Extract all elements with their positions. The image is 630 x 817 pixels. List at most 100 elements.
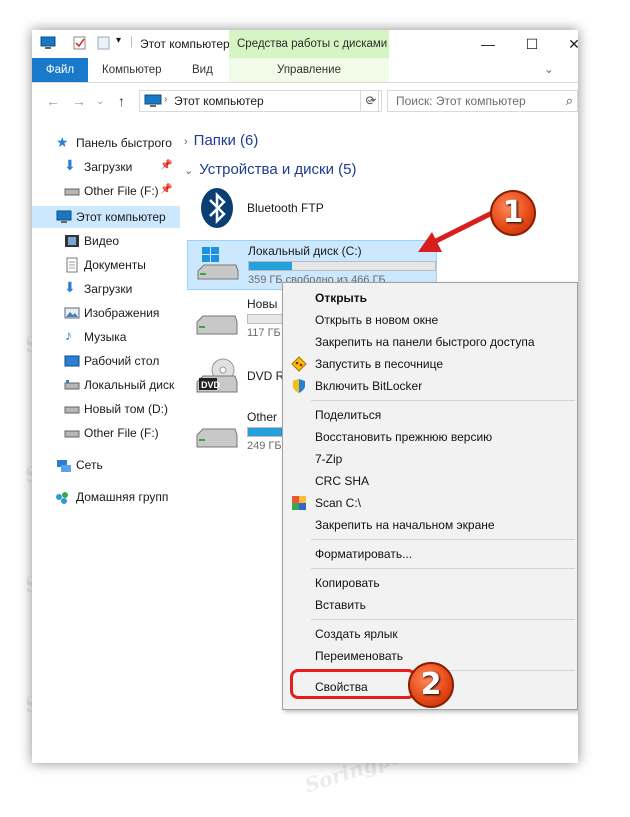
menu-item-7zip[interactable]: 7-Zip xyxy=(283,448,577,470)
tab-file[interactable]: Файл xyxy=(32,58,88,82)
sidebar-item-new-volume[interactable]: Новый том (D:) xyxy=(32,398,180,420)
menu-item-run-sandbox[interactable]: Запустить в песочнице xyxy=(283,353,577,375)
music-icon: ♪ xyxy=(65,327,72,343)
recent-chevron-icon[interactable]: ⌄ xyxy=(96,96,104,107)
drive-icon xyxy=(64,406,80,414)
title-bar: ▾ | Этот компьютер Средства работы с дис… xyxy=(32,30,578,58)
sidebar-item-video[interactable]: Видео xyxy=(32,230,180,252)
drive-icon xyxy=(64,430,80,438)
drive-size: 117 ГБ xyxy=(247,327,281,339)
sandbox-icon xyxy=(291,356,307,372)
sidebar-item-downloads[interactable]: ⬇ Загрузки xyxy=(32,278,180,300)
pin-icon: 📌 xyxy=(160,184,173,195)
menu-separator xyxy=(311,619,575,620)
sidebar-item-network[interactable]: Сеть xyxy=(32,454,180,476)
drive-icon xyxy=(196,428,238,448)
desktop-icon xyxy=(64,355,80,367)
menu-separator xyxy=(311,400,575,401)
address-bar[interactable]: › Этот компьютер ⌄ xyxy=(139,90,379,112)
menu-item-pin-quick-access[interactable]: Закрепить на панели быстрого доступа xyxy=(283,331,577,353)
avg-icon xyxy=(292,496,306,510)
menu-item-restore-version[interactable]: Восстановить прежнюю версию xyxy=(283,426,577,448)
tab-computer[interactable]: Компьютер xyxy=(102,58,162,82)
window-title: Этот компьютер xyxy=(140,37,230,51)
drive-icon xyxy=(64,380,80,390)
sidebar-item-local-disk[interactable]: Локальный диск xyxy=(32,374,180,396)
drive-name: DVD R xyxy=(247,369,285,383)
drive-size: 249 ГБ xyxy=(247,440,282,452)
menu-item-create-shortcut[interactable]: Создать ярлык xyxy=(283,623,577,645)
search-input[interactable]: Поиск: Этот компьютер ⌕ xyxy=(387,90,578,112)
drive-icon xyxy=(196,315,238,335)
drive-usage-bar xyxy=(248,261,436,271)
drive-name: Локальный диск (C:) xyxy=(248,244,362,258)
computer-icon xyxy=(144,94,162,107)
menu-item-scan[interactable]: Scan C:\ xyxy=(283,492,577,514)
menu-item-pin-start[interactable]: Закрепить на начальном экране xyxy=(283,514,577,536)
folders-section-header[interactable]: › Папки (6) xyxy=(184,132,258,149)
menu-item-open[interactable]: Открыть xyxy=(283,287,577,309)
sidebar-item-other-file[interactable]: Other File (F:) xyxy=(32,422,180,444)
menu-item-open-new-window[interactable]: Открыть в новом окне xyxy=(283,309,577,331)
star-icon: ★ xyxy=(56,134,69,150)
tab-manage[interactable]: Управление xyxy=(229,58,389,82)
sidebar-item-images[interactable]: Изображения xyxy=(32,302,180,324)
bluetooth-label: Bluetooth FTP xyxy=(247,201,324,215)
sidebar-item-desktop[interactable]: Рабочий стол xyxy=(32,350,180,372)
drive-usage-fill xyxy=(249,262,292,270)
sidebar-item-music[interactable]: ♪ Музыка xyxy=(32,326,180,348)
step-2-badge: 2 xyxy=(408,662,454,708)
address-row: ← → ⌄ ↑ › Этот компьютер ⌄ ⟳ Поиск: Этот… xyxy=(32,83,578,119)
ribbon-tabs: Файл Компьютер Вид Управление ⌄ xyxy=(32,58,578,83)
up-arrow-icon[interactable]: ↑ xyxy=(118,93,125,109)
devices-section-header[interactable]: ⌄ Устройства и диски (5) xyxy=(184,161,356,178)
close-button[interactable]: ✕ xyxy=(554,30,578,58)
forward-arrow-icon[interactable]: → xyxy=(72,93,86,109)
maximize-button[interactable]: ☐ xyxy=(512,30,552,58)
refresh-button[interactable]: ⟳ xyxy=(360,90,382,112)
menu-item-paste[interactable]: Вставить xyxy=(283,594,577,616)
dvd-badge: DVD xyxy=(201,380,221,390)
sidebar-item-other-file-pinned[interactable]: Other File (F:) 📌 xyxy=(32,180,180,202)
images-icon xyxy=(64,307,80,319)
drive-name: Новы xyxy=(247,297,278,311)
computer-icon[interactable] xyxy=(40,36,56,50)
sidebar-item-quick-access[interactable]: ★ Панель быстрого xyxy=(32,132,180,154)
menu-item-share[interactable]: Поделиться xyxy=(283,404,577,426)
drive-usage-fill xyxy=(248,428,286,436)
properties-highlight xyxy=(290,669,416,699)
drive-usage-bar xyxy=(247,314,287,324)
network-icon xyxy=(57,460,71,472)
sidebar-item-downloads-pinned[interactable]: ⬇ Загрузки 📌 xyxy=(32,156,180,178)
explorer-window: ▾ | Этот компьютер Средства работы с дис… xyxy=(32,30,578,763)
drive-icon xyxy=(64,188,80,196)
context-menu: Открыть Открыть в новом окне Закрепить н… xyxy=(282,282,578,710)
shield-icon xyxy=(293,379,305,393)
computer-icon xyxy=(56,210,72,223)
back-arrow-icon[interactable]: ← xyxy=(46,93,60,109)
tab-view[interactable]: Вид xyxy=(192,58,213,82)
step-1-badge: 1 xyxy=(490,190,536,236)
properties-icon[interactable] xyxy=(72,36,88,50)
menu-item-format[interactable]: Форматировать... xyxy=(283,543,577,565)
menu-separator xyxy=(311,568,575,569)
sidebar-item-this-pc[interactable]: Этот компьютер xyxy=(32,206,180,228)
minimize-button[interactable]: — xyxy=(468,30,508,58)
menu-item-copy[interactable]: Копировать xyxy=(283,572,577,594)
menu-item-crc-sha[interactable]: CRC SHA xyxy=(283,470,577,492)
download-icon: ⬇ xyxy=(64,157,76,173)
bluetooth-ftp-item[interactable]: Bluetooth FTP xyxy=(192,185,392,231)
chevron-down-icon[interactable]: ⌄ xyxy=(544,58,554,82)
bluetooth-icon xyxy=(201,188,233,228)
homegroup-icon xyxy=(56,492,68,504)
sidebar-item-homegroup[interactable]: Домашняя групп xyxy=(32,486,180,508)
drive-name: Other xyxy=(247,410,278,424)
menu-item-bitlocker[interactable]: Включить BitLocker xyxy=(283,375,577,397)
search-icon: ⌕ xyxy=(565,93,573,108)
new-folder-icon[interactable] xyxy=(96,36,112,50)
sidebar-item-documents[interactable]: Документы xyxy=(32,254,180,276)
documents-icon xyxy=(66,257,78,273)
menu-separator xyxy=(311,539,575,540)
chevron-down-icon: ⌄ xyxy=(184,165,194,177)
breadcrumb-chevron-icon: › xyxy=(164,94,168,105)
